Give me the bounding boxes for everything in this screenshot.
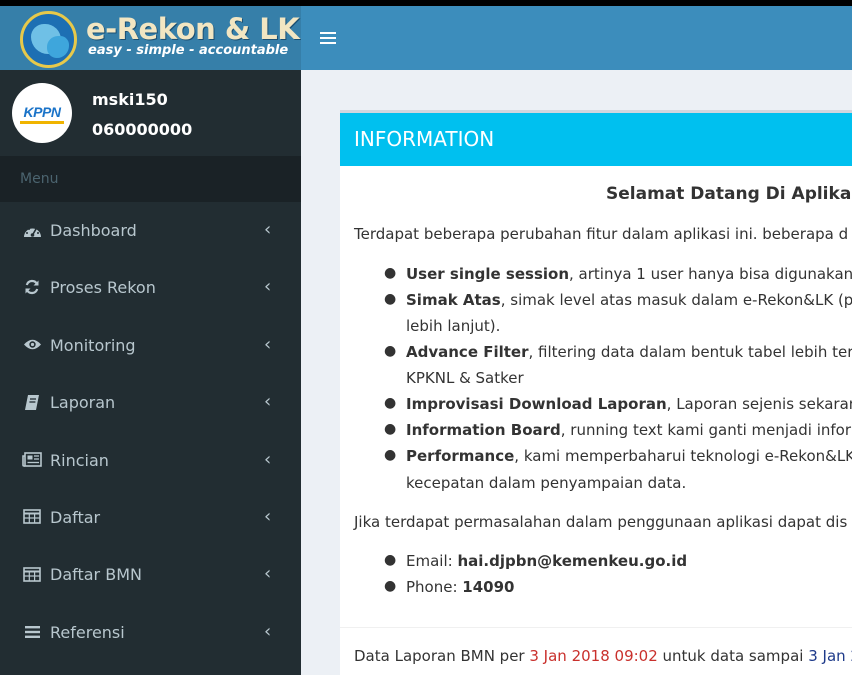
feature-text: , running text kami ganti menjadi inform bbox=[560, 421, 852, 439]
avatar: KPPN bbox=[12, 83, 72, 143]
contact-note: Jika terdapat permasalahan dalam penggun… bbox=[354, 513, 848, 531]
user-name: mski150 bbox=[92, 90, 168, 109]
menu-header: Menu bbox=[0, 156, 301, 202]
bullet-icon: ● bbox=[384, 447, 397, 463]
divider bbox=[340, 627, 852, 628]
bmn-report-status: Data Laporan BMN per 3 Jan 2018 09:02 un… bbox=[354, 647, 852, 665]
feature-text: , filtering data dalam bentuk tabel lebi… bbox=[528, 343, 852, 361]
feature-title: Performance bbox=[406, 447, 515, 465]
phone-label: Phone: bbox=[406, 578, 463, 596]
menu-header-label: Menu bbox=[20, 171, 59, 187]
menu-toggle-icon[interactable] bbox=[320, 32, 336, 44]
bullet-icon: ● bbox=[384, 578, 397, 594]
sidebar-item-label: Monitoring bbox=[50, 335, 136, 355]
feature-text: , Laporan sejenis sekarang bbox=[666, 395, 852, 413]
feature-continuation: lebih lanjut). bbox=[406, 317, 501, 335]
chevron-left-icon: ‹ bbox=[264, 620, 272, 642]
email-link[interactable]: hai.djpbn@kemenkeu.go.id bbox=[457, 552, 687, 570]
avatar-logo-text: KPPN bbox=[23, 104, 61, 120]
sidebar-item-label: Proses Rekon bbox=[50, 278, 156, 298]
content-area: INFORMATION Selamat Datang Di Aplikasi T… bbox=[301, 70, 852, 675]
sidebar-item-label: Dashboard bbox=[50, 221, 137, 240]
book-icon bbox=[22, 393, 42, 411]
chevron-left-icon: ‹ bbox=[264, 505, 272, 527]
feature-title: Improvisasi Download Laporan bbox=[406, 395, 667, 413]
welcome-heading: Selamat Datang Di Aplikasi bbox=[606, 184, 852, 204]
sidebar-item-daftar[interactable]: Daftar ‹ bbox=[0, 489, 301, 546]
feature-continuation: KPKNL & Satker bbox=[406, 369, 524, 387]
chevron-left-icon: ‹ bbox=[264, 276, 272, 298]
information-title: INFORMATION bbox=[354, 127, 495, 151]
newspaper-icon bbox=[22, 451, 42, 469]
user-panel: KPPN mski150 060000000 bbox=[0, 70, 301, 156]
dashboard-icon bbox=[22, 221, 42, 239]
chevron-left-icon: ‹ bbox=[264, 448, 272, 470]
app-logo-icon bbox=[20, 11, 77, 68]
email-label: Email: bbox=[406, 552, 458, 570]
sidebar-item-label: Laporan bbox=[50, 393, 116, 413]
feature-title: Simak Atas bbox=[406, 291, 501, 309]
sidebar-item-label: Referensi bbox=[50, 622, 125, 642]
feature-title: Advance Filter bbox=[406, 343, 529, 361]
sidebar-item-label: Daftar BMN bbox=[50, 565, 142, 585]
feature-text: , kami memperbaharui teknologi e-Rekon&L… bbox=[514, 447, 852, 465]
data-until-date: 3 Jan 2 bbox=[808, 647, 852, 665]
sidebar-item-proses-rekon[interactable]: Proses Rekon ‹ bbox=[0, 259, 301, 316]
list-icon bbox=[22, 623, 42, 641]
sidebar-item-referensi[interactable]: Referensi ‹ bbox=[0, 604, 301, 661]
bullet-icon: ● bbox=[384, 421, 397, 437]
bullet-icon: ● bbox=[384, 395, 397, 411]
sidebar: e-Rekon & LK easy - simple - accountable… bbox=[0, 6, 301, 675]
bullet-icon: ● bbox=[384, 265, 397, 281]
app-tagline: easy - simple - accountable bbox=[88, 43, 289, 58]
chevron-left-icon: ‹ bbox=[264, 219, 272, 240]
sidebar-item-rincian[interactable]: Rincian ‹ bbox=[0, 432, 301, 489]
report-date: 3 Jan 2018 09:02 bbox=[529, 647, 658, 665]
bullet-icon: ● bbox=[384, 552, 397, 568]
bullet-icon: ● bbox=[384, 291, 397, 307]
chevron-left-icon: ‹ bbox=[264, 563, 272, 585]
footer-prefix: Data Laporan BMN per bbox=[354, 647, 530, 665]
information-box: INFORMATION Selamat Datang Di Aplikasi T… bbox=[340, 110, 852, 675]
sidebar-item-laporan[interactable]: Laporan ‹ bbox=[0, 374, 301, 431]
app-title: e-Rekon & LK bbox=[86, 12, 300, 46]
information-header: INFORMATION bbox=[340, 113, 852, 166]
eye-icon bbox=[22, 336, 42, 354]
table-icon bbox=[22, 508, 42, 526]
chevron-left-icon: ‹ bbox=[264, 333, 272, 355]
feature-title: User single session bbox=[406, 265, 570, 283]
sidebar-item-dashboard[interactable]: Dashboard ‹ bbox=[0, 202, 301, 259]
sidebar-item-daftar-bmn[interactable]: Daftar BMN ‹ bbox=[0, 546, 301, 603]
feature-title: Information Board bbox=[406, 421, 561, 439]
logo-bar[interactable]: e-Rekon & LK easy - simple - accountable bbox=[0, 6, 301, 70]
sidebar-item-label: Daftar bbox=[50, 507, 101, 527]
feature-text: , simak level atas masuk dalam e-Rekon&L… bbox=[500, 291, 852, 309]
user-id: 060000000 bbox=[92, 120, 193, 139]
refresh-icon bbox=[22, 278, 42, 296]
feature-text: , artinya 1 user hanya bisa digunakan 1 bbox=[569, 265, 852, 283]
sidebar-menu: Dashboard ‹ Proses Rekon ‹ Monitoring ‹ … bbox=[0, 202, 301, 661]
sidebar-item-monitoring[interactable]: Monitoring ‹ bbox=[0, 317, 301, 374]
chevron-left-icon: ‹ bbox=[264, 391, 272, 413]
phone-number: 14090 bbox=[462, 578, 515, 596]
intro-text: Terdapat beberapa perubahan fitur dalam … bbox=[354, 225, 849, 243]
main-header bbox=[301, 6, 852, 70]
footer-mid: untuk data sampai bbox=[657, 647, 809, 665]
table-icon bbox=[22, 565, 42, 583]
bullet-icon: ● bbox=[384, 343, 397, 359]
sidebar-item-label: Rincian bbox=[50, 450, 109, 470]
feature-continuation: kecepatan dalam penyampaian data. bbox=[406, 474, 687, 492]
